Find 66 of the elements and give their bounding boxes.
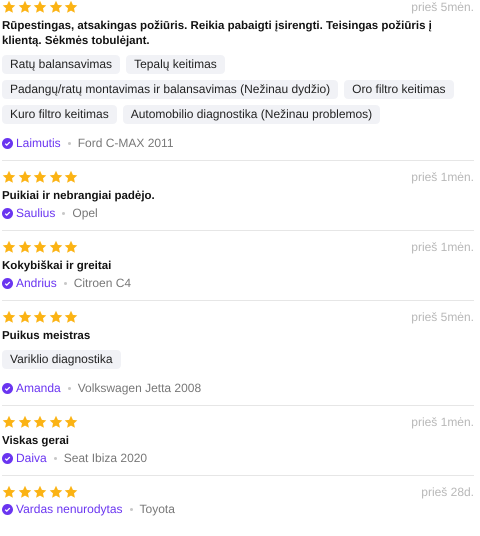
review-text: Kokybiškai ir greitai	[2, 259, 112, 274]
star-icon	[18, 310, 32, 324]
star-icon	[2, 240, 16, 254]
car-model: Citroen C4	[74, 276, 132, 290]
service-tag: Ratų balansavimas	[2, 55, 120, 74]
star-icon	[2, 415, 16, 429]
star-icon	[64, 240, 78, 254]
star-icon	[33, 310, 48, 324]
star-icon	[18, 240, 32, 254]
star-icon	[64, 0, 78, 14]
service-tag: Kuro filtro keitimas	[2, 105, 117, 124]
verified-icon	[2, 382, 13, 394]
author-name: Andrius	[16, 276, 57, 290]
star-icon	[64, 170, 78, 184]
review-text: Puikus meistras	[2, 329, 92, 344]
review-date: prieš 1mėn.	[411, 415, 474, 429]
service-tag: Padangų/ratų montavimas ir balansavimas (Nežinau dydžio)	[2, 80, 338, 99]
author-name: Daiva	[16, 451, 47, 465]
star-icon	[48, 485, 63, 499]
review-date: prieš 1mėn.	[411, 170, 474, 184]
star-icon	[48, 0, 63, 14]
star-icon	[18, 485, 32, 499]
star-icon	[18, 170, 32, 184]
star-icon	[64, 485, 78, 499]
star-icon	[48, 415, 63, 429]
star-icon	[18, 415, 32, 429]
star-icon	[2, 170, 16, 184]
car-model: Toyota	[140, 502, 175, 516]
service-tag: Oro filtro keitimas	[344, 80, 454, 99]
star-icon	[2, 0, 16, 14]
star-icon	[18, 0, 32, 14]
review-date: prieš 1mėn.	[411, 240, 474, 254]
star-icon	[2, 310, 16, 324]
car-model: Ford C-MAX 2011	[78, 136, 174, 150]
verified-icon	[2, 504, 13, 514]
service-tag: Automobilio diagnostika (Nežinau problemos)	[122, 105, 380, 124]
star-icon	[48, 310, 63, 324]
star-icon	[2, 485, 16, 499]
star-icon	[64, 310, 78, 324]
car-model: Seat Ibiza 2020	[64, 451, 148, 465]
star-icon	[33, 485, 48, 499]
author-name: Saulius	[16, 206, 56, 220]
review-text: Viskas gerai	[2, 434, 70, 449]
author-name: Vardas nenurodytas	[16, 502, 123, 516]
review-date: prieš 28d.	[421, 485, 474, 499]
review-date: prieš 5mėn.	[411, 310, 474, 324]
star-icon	[48, 170, 63, 184]
verified-icon	[2, 208, 13, 218]
review-date: prieš 5mėn.	[411, 0, 474, 14]
service-tag: Tepalų keitimas	[126, 55, 225, 74]
review-text: Rūpestingas, atsakingas požiūris. Reikia pabaigti įsirengti. Teisingas požiūris į klientą. Sėkmės tobulėjant.	[2, 19, 433, 49]
author-name: Amanda	[16, 381, 61, 395]
car-model: Volkswagen Jetta 2008	[78, 381, 202, 395]
author-name: Laimutis	[16, 136, 61, 150]
service-tag: Variklio diagnostika	[2, 350, 120, 369]
star-icon	[33, 415, 48, 429]
star-icon	[33, 0, 48, 14]
star-icon	[48, 240, 63, 254]
verified-icon	[2, 278, 13, 288]
star-icon	[64, 415, 78, 429]
review-text: Puikiai ir nebrangiai padėjo.	[2, 189, 156, 204]
verified-icon	[2, 452, 13, 464]
verified-icon	[2, 138, 13, 148]
star-icon	[33, 240, 48, 254]
car-model: Opel	[72, 206, 98, 220]
star-icon	[33, 170, 48, 184]
